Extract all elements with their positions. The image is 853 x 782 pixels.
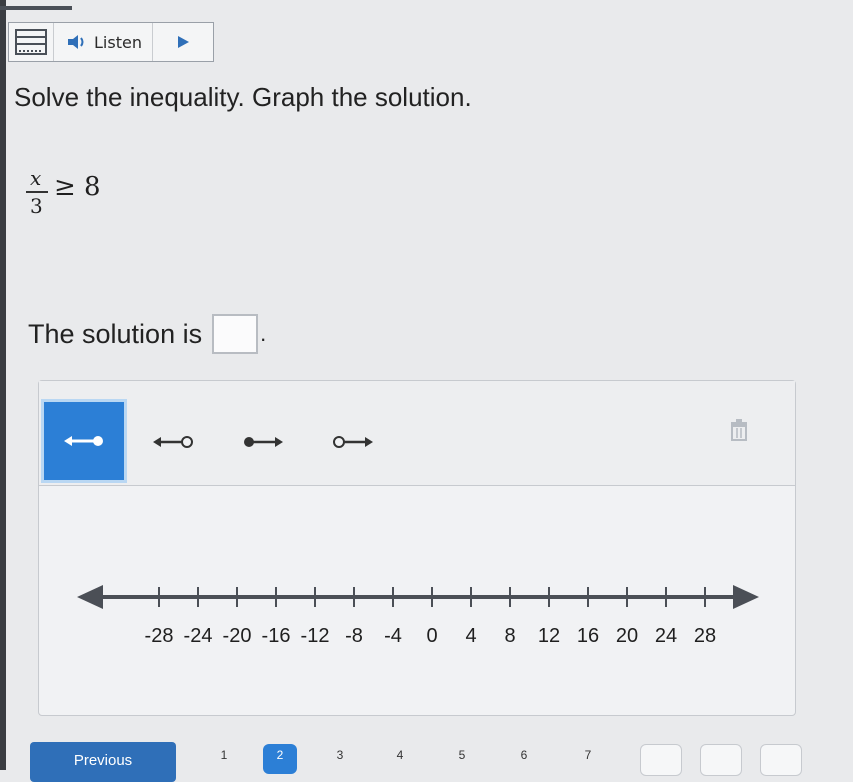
- left-ray-closed-icon: [64, 436, 103, 446]
- number-line-tick-label: -24: [183, 625, 213, 647]
- trash-icon[interactable]: [729, 419, 749, 446]
- number-line-tick-label: -4: [384, 625, 402, 647]
- right-arrow-head: [733, 585, 759, 609]
- number-line-tick-label: 16: [576, 625, 600, 647]
- left-ray-closed-tool[interactable]: [41, 399, 127, 483]
- listen-button[interactable]: Listen: [54, 23, 153, 61]
- page-button-7[interactable]: 7: [585, 748, 592, 762]
- previous-button[interactable]: Previous: [30, 742, 176, 782]
- number-line[interactable]: -28 -24 -20 -16 -12 -8 -4 0 4 8 12 16 20 24 28: [73, 577, 763, 647]
- number-line-tick-label: -8: [345, 625, 363, 647]
- graph-panel: -28 -24 -20 -16 -12 -8 -4 0 4 8 12 16 20 24 28: [38, 380, 796, 716]
- grid-menu-icon[interactable]: [9, 23, 54, 61]
- left-arrow-head: [77, 585, 103, 609]
- right-ray-open-tool[interactable]: [309, 399, 397, 485]
- number-line-tick-label: -16: [261, 625, 291, 647]
- solution-text: The solution is: [28, 318, 203, 349]
- page-button-1[interactable]: 1: [221, 748, 228, 762]
- number-line-tick-label: 24: [654, 625, 678, 647]
- number-line-tick-label: 8: [504, 625, 516, 647]
- page-button-6[interactable]: 6: [521, 748, 528, 762]
- left-edge-bar: [0, 0, 6, 770]
- answer-input-box[interactable]: [212, 314, 259, 354]
- play-button[interactable]: [153, 23, 213, 61]
- number-line-axis[interactable]: [73, 577, 763, 617]
- fraction-denominator: 3: [30, 194, 43, 218]
- solution-row: The solution is .: [28, 314, 266, 354]
- number-line-tick-label: -28: [144, 625, 174, 647]
- speaker-icon: [68, 35, 84, 49]
- number-line-tick-label: 4: [465, 625, 477, 647]
- number-line-tick-label: 0: [426, 625, 438, 647]
- left-ray-open-icon: [153, 436, 193, 448]
- page-box[interactable]: [640, 744, 682, 776]
- inequality-relation: ≥ 8: [54, 172, 101, 202]
- top-progress-rule: [0, 6, 72, 10]
- page-button-3[interactable]: 3: [337, 748, 344, 762]
- number-line-tick-label: 12: [537, 625, 561, 647]
- graph-tool-bar: [39, 381, 795, 486]
- page-button-5[interactable]: 5: [459, 748, 466, 762]
- question-prompt: Solve the inequality. Graph the solution…: [14, 82, 472, 112]
- solution-period: .: [260, 321, 267, 346]
- page-box[interactable]: [700, 744, 742, 776]
- right-ray-closed-tool[interactable]: [219, 399, 307, 485]
- fraction-bar: [26, 191, 48, 193]
- right-ray-closed-icon: [244, 437, 283, 447]
- play-icon: [177, 36, 189, 48]
- page-button-4[interactable]: 4: [397, 748, 404, 762]
- fraction-numerator: x: [30, 166, 42, 190]
- page-box[interactable]: [760, 744, 802, 776]
- audio-toolbar: Listen: [8, 22, 214, 62]
- left-ray-open-tool[interactable]: [129, 399, 217, 485]
- number-line-tick-label: 28: [693, 625, 717, 647]
- number-line-tick-label: -20: [222, 625, 252, 647]
- number-line-tick-label: -12: [300, 625, 330, 647]
- right-ray-open-icon: [333, 436, 373, 448]
- listen-label: Listen: [94, 32, 142, 52]
- number-line-tick-label: 20: [615, 625, 639, 647]
